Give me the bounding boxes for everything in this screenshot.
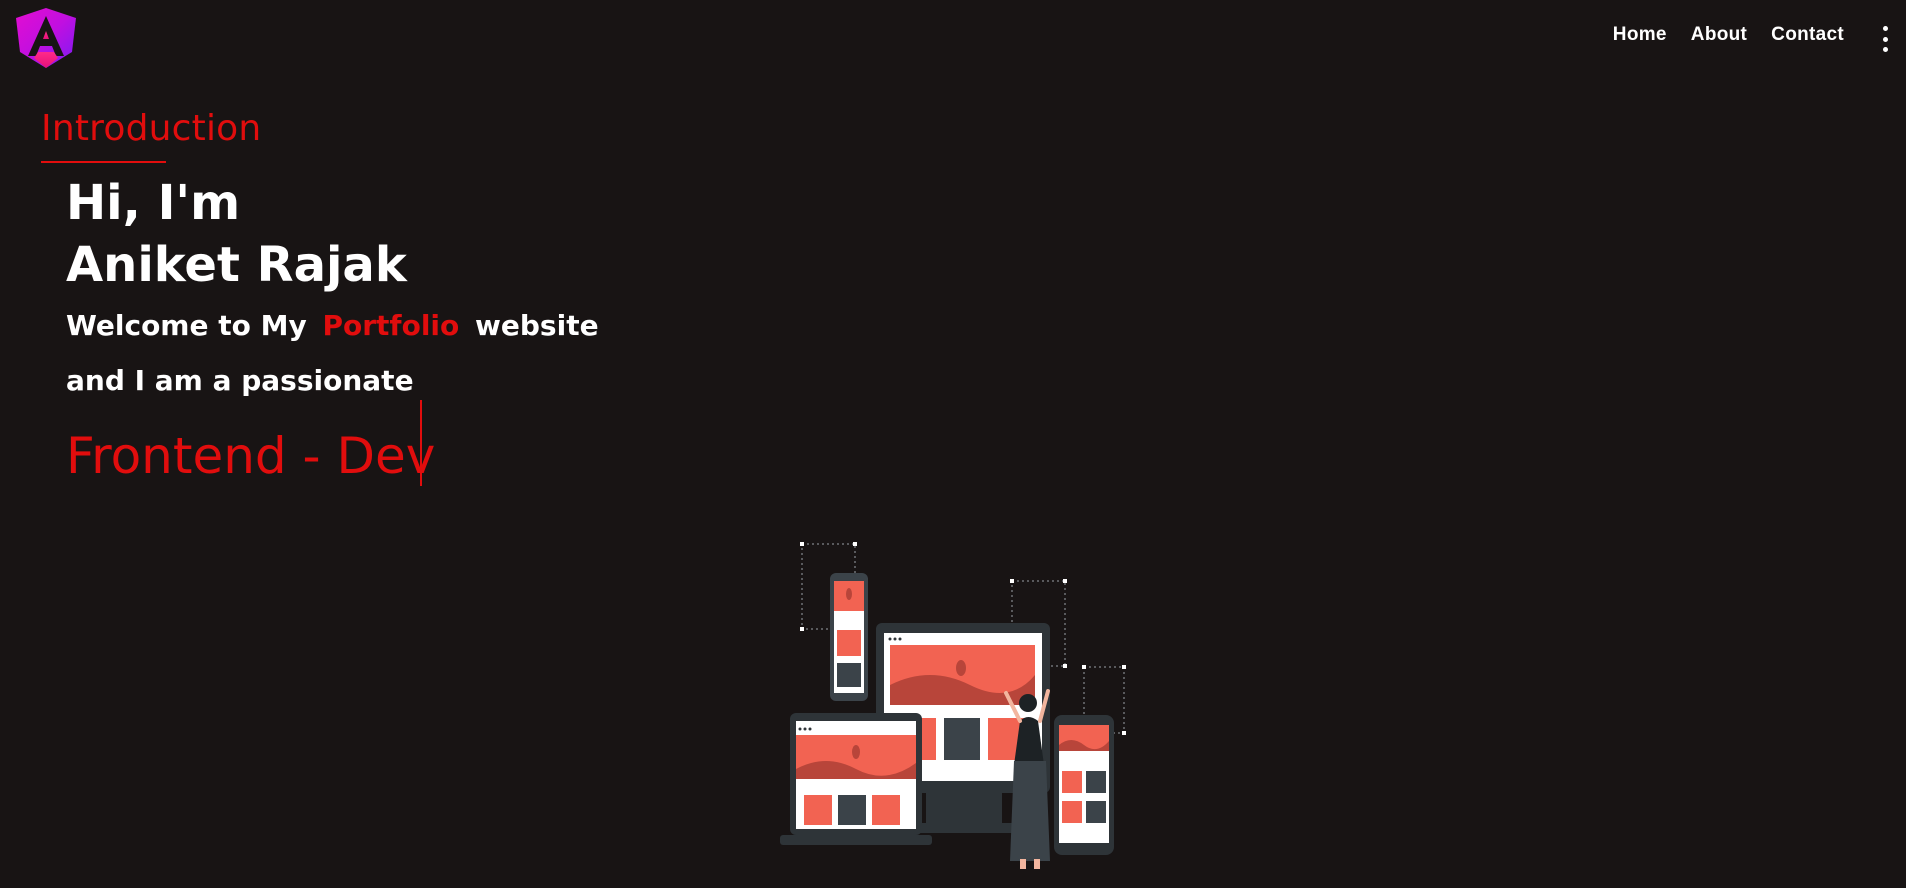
more-vertical-icon[interactable] bbox=[1880, 26, 1890, 52]
passion-line: and I am a passionate bbox=[66, 364, 414, 397]
nav-contact-link[interactable]: Contact bbox=[1771, 24, 1844, 46]
nav-home-link[interactable]: Home bbox=[1613, 24, 1667, 46]
nav-about-link[interactable]: About bbox=[1691, 24, 1747, 46]
greeting-heading: Hi, I'm bbox=[66, 175, 241, 231]
welcome-prefix: Welcome to My bbox=[66, 309, 307, 342]
responsive-devices-illustration bbox=[780, 542, 1126, 869]
welcome-highlight: Portfolio bbox=[322, 309, 460, 342]
portfolio-page: Home About Contact Introduction Hi, I'm … bbox=[0, 0, 1906, 888]
top-nav: Home About Contact bbox=[1589, 24, 1844, 46]
welcome-suffix: website bbox=[475, 309, 599, 342]
typed-role-text: Frontend - Dev bbox=[66, 427, 436, 485]
section-title: Introduction bbox=[41, 108, 262, 149]
name-heading: Aniket Rajak bbox=[66, 237, 407, 293]
typing-cursor bbox=[420, 400, 422, 486]
section-title-underline bbox=[41, 161, 166, 163]
angular-logo-icon[interactable] bbox=[14, 6, 78, 70]
welcome-line: Welcome to My Portfolio website bbox=[66, 308, 599, 344]
